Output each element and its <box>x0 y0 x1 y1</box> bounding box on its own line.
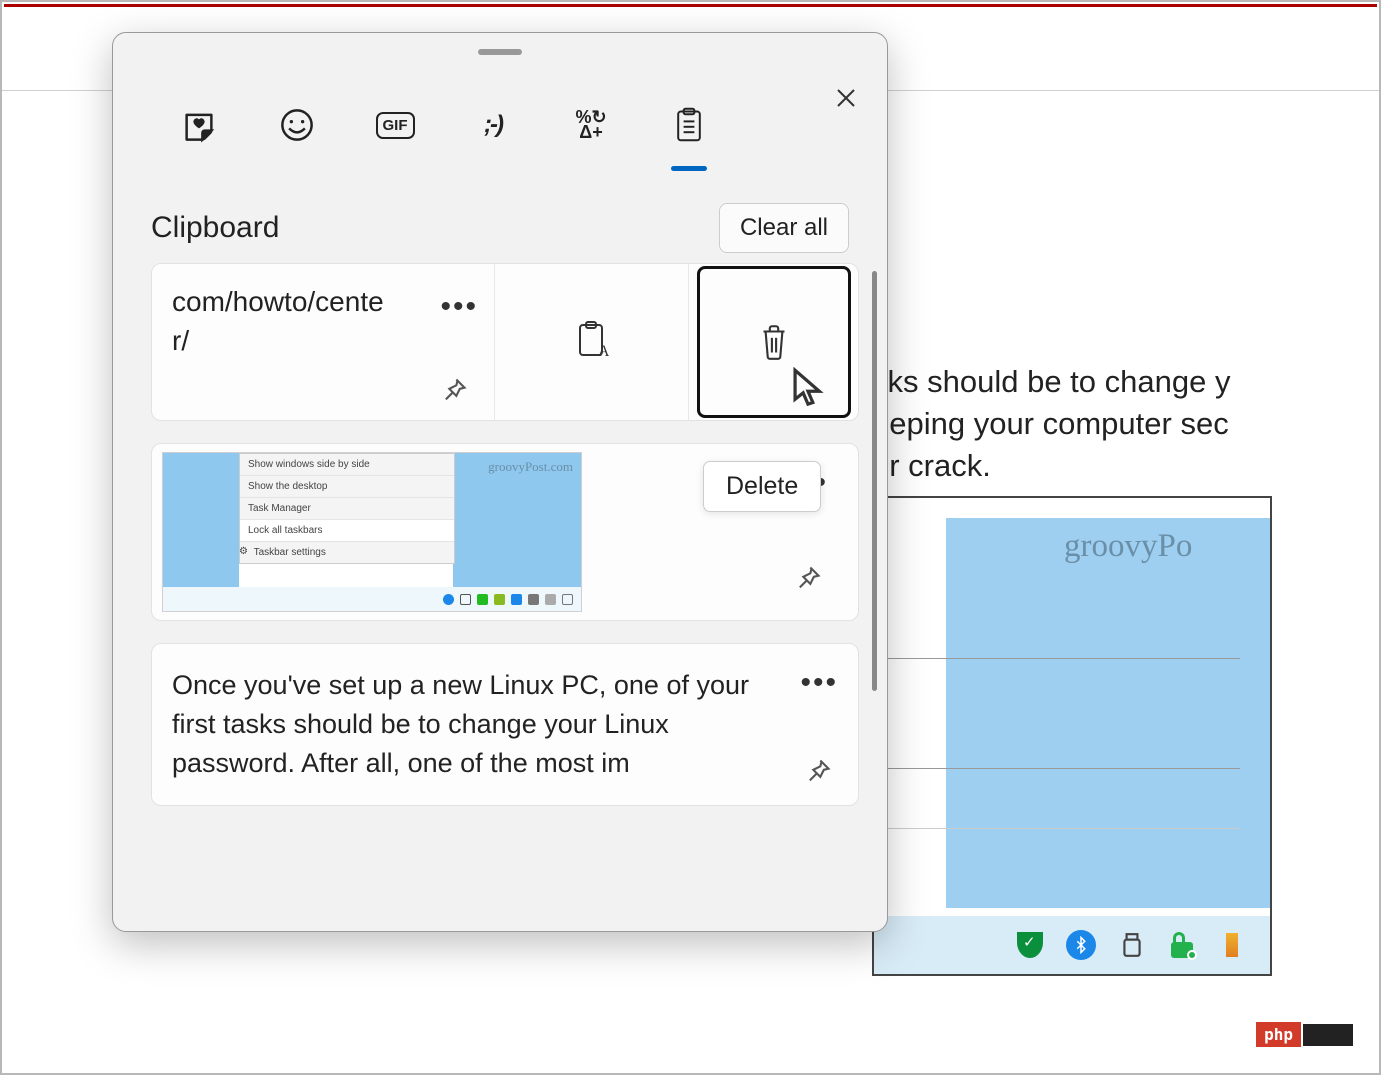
tab-emoji[interactable] <box>275 103 319 147</box>
clipboard-item[interactable]: com/howto/center/ ••• A <box>151 263 859 421</box>
pin-icon <box>794 564 822 592</box>
lock-status-icon <box>1168 931 1196 959</box>
emoji-icon <box>279 107 315 143</box>
security-shield-icon <box>1016 931 1044 959</box>
clipboard-item[interactable]: Once you've set up a new Linux PC, one o… <box>151 643 859 806</box>
background-screenshot: groovyPo <box>872 496 1272 976</box>
section-title: Clipboard <box>151 211 279 245</box>
tab-stickers[interactable] <box>177 103 221 147</box>
clipboard-image-thumbnail: groovyPost.com Show windows side by side… <box>162 452 582 612</box>
pin-icon <box>804 757 832 785</box>
bg-text-line: or crack. <box>872 445 1230 487</box>
usb-drive-icon <box>1118 931 1146 959</box>
close-button[interactable] <box>825 77 867 119</box>
bg-text-line: eeping your computer sec <box>872 403 1230 445</box>
paste-as-text-button[interactable]: A <box>494 264 688 420</box>
trash-icon <box>756 321 792 363</box>
thumb-menu-item: Lock all taskbars <box>240 520 454 542</box>
input-tabs: GIF ;-) %↻Δ+ <box>113 55 887 147</box>
clear-all-button[interactable]: Clear all <box>719 203 849 253</box>
tab-kaomoji[interactable]: ;-) <box>471 103 515 147</box>
clipboard-text: com/howto/center/ <box>172 282 474 360</box>
tab-clipboard[interactable] <box>667 103 711 147</box>
bg-text-line: sks should be to change y <box>872 361 1230 403</box>
clipboard-items: com/howto/center/ ••• A <box>113 263 887 931</box>
paste-as-text-icon: A <box>575 320 609 360</box>
thumb-menu-item: Task Manager <box>240 498 454 520</box>
pin-button[interactable] <box>804 757 834 787</box>
tab-gif[interactable]: GIF <box>373 103 417 147</box>
background-article-text: sks should be to change y eeping your co… <box>872 361 1230 487</box>
svg-text:A: A <box>598 343 609 360</box>
scrollbar[interactable] <box>872 271 877 691</box>
watermark-bar <box>1303 1024 1353 1046</box>
taskbar <box>874 916 1270 974</box>
thumbnail-watermark: groovyPost.com <box>488 459 573 475</box>
symbols-icon: %↻Δ+ <box>575 110 606 141</box>
clipboard-text: Once you've set up a new Linux PC, one o… <box>172 666 788 783</box>
cursor-icon <box>790 367 826 409</box>
sticker-heart-icon <box>181 107 217 143</box>
clipboard-icon <box>671 107 707 143</box>
pin-button[interactable] <box>794 564 824 594</box>
site-watermark: php <box>1256 1022 1353 1047</box>
thumbnail-context-menu: Show windows side by side Show the deskt… <box>239 453 455 564</box>
delete-tooltip: Delete <box>703 461 821 512</box>
thumb-menu-item: Show the desktop <box>240 476 454 498</box>
more-options-button[interactable]: ••• <box>440 290 478 324</box>
close-icon <box>834 86 858 110</box>
kaomoji-icon: ;-) <box>484 111 502 139</box>
delete-button[interactable] <box>697 266 851 418</box>
tab-symbols[interactable]: %↻Δ+ <box>569 103 613 147</box>
php-badge: php <box>1256 1022 1301 1047</box>
background-watermark: groovyPo <box>1064 528 1192 565</box>
tray-misc-icon <box>1218 931 1246 959</box>
pin-button[interactable] <box>440 376 470 406</box>
clipboard-item-text-cell: com/howto/center/ ••• <box>152 264 494 420</box>
thumb-menu-item: ⚙ Taskbar settings <box>240 542 454 563</box>
bluetooth-icon <box>1066 930 1096 960</box>
window-top-accent <box>4 4 1377 7</box>
clipboard-panel: GIF ;-) %↻Δ+ Clipboard Clear all <box>112 32 888 932</box>
thumb-menu-item: Show windows side by side <box>240 454 454 476</box>
more-options-button[interactable]: ••• <box>800 666 838 700</box>
gif-icon: GIF <box>376 112 415 139</box>
pin-icon <box>440 376 468 404</box>
